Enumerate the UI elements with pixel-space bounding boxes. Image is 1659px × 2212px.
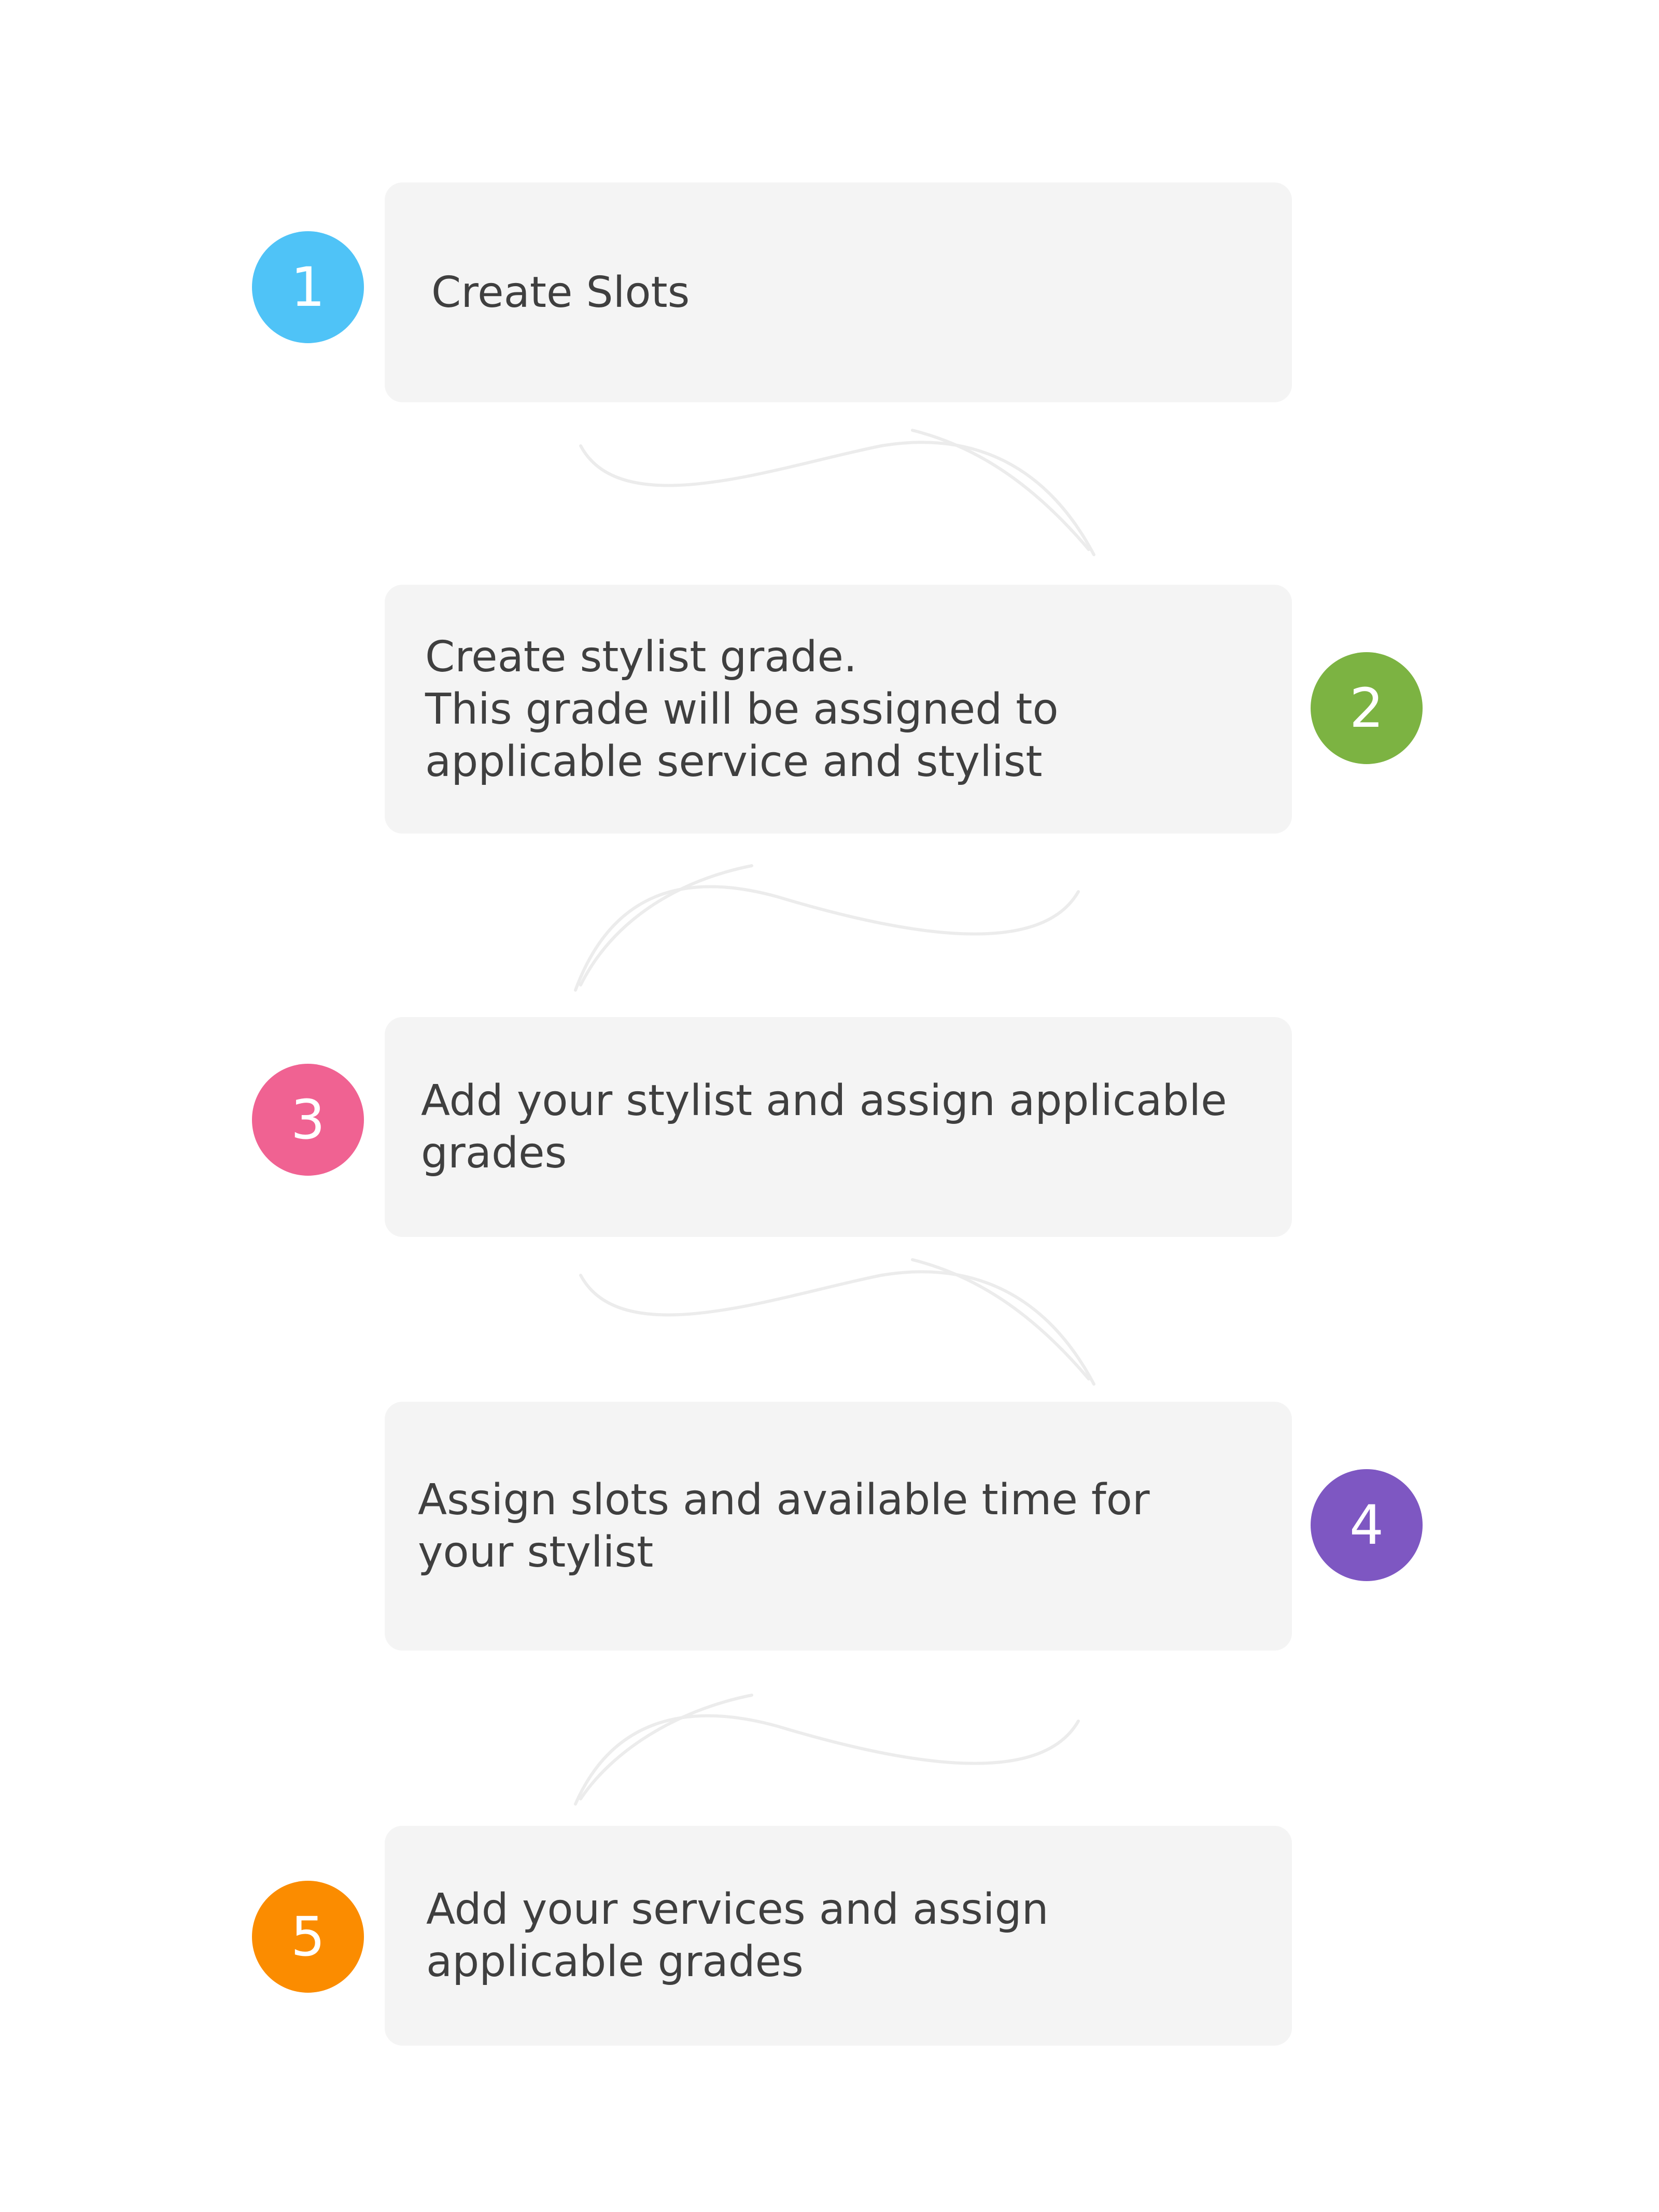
swirl-connector-1b xyxy=(911,429,1090,551)
swirl-connector-4b xyxy=(579,1694,753,1800)
step-number-4: 4 xyxy=(1349,1494,1384,1557)
swirl-connector-3b xyxy=(911,1258,1090,1380)
step-card-4: Assign slots and available time for your… xyxy=(385,1402,1292,1651)
swirl-connector-3 xyxy=(579,1270,1095,1386)
step-text-5: Add your services and assign applicable … xyxy=(426,1885,1049,1986)
step-number-5: 5 xyxy=(290,1905,326,1968)
step-text-4: Assign slots and available time for your… xyxy=(418,1475,1150,1577)
step-card-3: Add your stylist and assign applicable g… xyxy=(385,1017,1292,1237)
swirl-connector-2 xyxy=(574,885,1080,992)
step-badge-2: 2 xyxy=(1311,652,1423,764)
step-card-2: Create stylist grade. This grade will be… xyxy=(385,585,1292,834)
step-badge-5: 5 xyxy=(252,1881,364,1993)
step-text-1: Create Slots xyxy=(431,267,690,317)
step-badge-4: 4 xyxy=(1311,1469,1423,1581)
step-text-2: Create stylist grade. This grade will be… xyxy=(425,632,1059,786)
step-badge-3: 3 xyxy=(252,1064,364,1176)
swirl-connector-4 xyxy=(574,1714,1080,1806)
swirl-connector-1 xyxy=(579,441,1095,556)
step-text-3: Add your stylist and assign applicable g… xyxy=(421,1076,1227,1178)
step-card-5: Add your services and assign applicable … xyxy=(385,1826,1292,2046)
swirl-connector-2b xyxy=(579,864,753,987)
step-number-3: 3 xyxy=(290,1088,326,1151)
steps-diagram: Create Slots 1 Create stylist grade. Thi… xyxy=(0,0,1659,2212)
step-number-1: 1 xyxy=(290,256,326,319)
step-number-2: 2 xyxy=(1349,677,1384,740)
step-card-1: Create Slots xyxy=(385,182,1292,402)
step-badge-1: 1 xyxy=(252,231,364,343)
